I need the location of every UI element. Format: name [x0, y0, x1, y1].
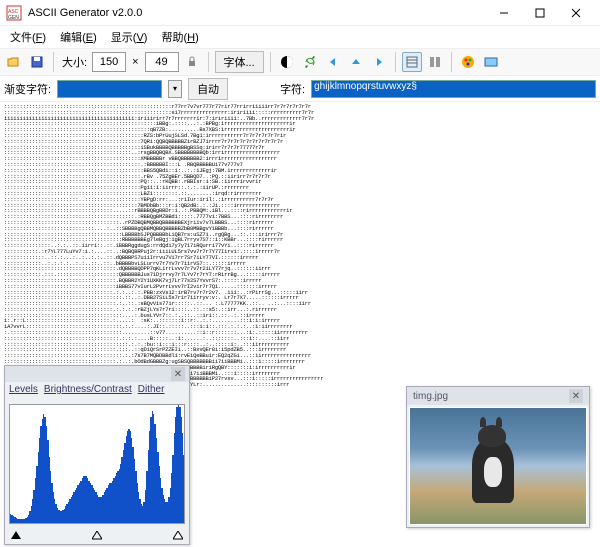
close-button[interactable]	[558, 0, 594, 26]
lock-aspect-icon[interactable]	[182, 52, 202, 72]
height-input[interactable]	[145, 52, 179, 72]
histogram-tabs: Levels Brightness/Contrast Dither	[5, 382, 189, 400]
window-controls	[486, 0, 594, 26]
gradient-chars-input[interactable]	[57, 80, 162, 98]
separator	[53, 52, 54, 72]
separator	[395, 52, 396, 72]
refresh-icon[interactable]	[300, 52, 320, 72]
window-title: ASCII Generator v2.0.0	[28, 7, 486, 19]
menu-edit[interactable]: 编辑(E)	[54, 27, 103, 47]
arrow-right-icon[interactable]	[369, 52, 389, 72]
minimize-button[interactable]	[486, 0, 522, 26]
slider-mid-point[interactable]	[92, 531, 102, 541]
toolbar: 大小: × 字体...	[0, 48, 600, 76]
gradient-chars-label: 渐变字符:	[4, 81, 51, 97]
image-filename: timg.jpg	[413, 391, 448, 402]
image-preview-panel[interactable]: timg.jpg ✕	[406, 386, 590, 528]
svg-text:GEN: GEN	[8, 15, 19, 21]
x-separator: ×	[129, 56, 141, 68]
toolbar-row-2: 渐变字符: ▾ 自动 字符: ghijklmnopqrstuvwxyz§	[0, 76, 600, 102]
width-input[interactable]	[92, 52, 126, 72]
gradient-dropdown[interactable]: ▾	[168, 80, 182, 98]
image-preview-body	[407, 405, 589, 527]
menu-view[interactable]: 显示(V)	[105, 27, 154, 47]
separator	[208, 52, 209, 72]
ascii-art-content: ::::::::::::::::::::::::::::::::::::::::…	[4, 104, 596, 388]
image-close-icon[interactable]: ✕	[569, 389, 583, 403]
maximize-button[interactable]	[522, 0, 558, 26]
histogram-panel[interactable]: ✕ Levels Brightness/Contrast Dither	[4, 365, 190, 545]
preview-icon[interactable]	[481, 52, 501, 72]
menu-file[interactable]: 文件(F)	[4, 27, 52, 47]
font-button[interactable]: 字体...	[215, 51, 264, 73]
histogram-chart	[9, 404, 185, 524]
histogram-close-icon[interactable]: ✕	[171, 367, 185, 381]
auto-button[interactable]: 自动	[188, 78, 228, 100]
histogram-header[interactable]: ✕	[5, 366, 189, 382]
chars-label: 字符:	[280, 81, 305, 97]
tab-dither[interactable]: Dither	[138, 384, 165, 400]
view-mode-1-icon[interactable]	[402, 52, 422, 72]
menu-help[interactable]: 帮助(H)	[155, 27, 204, 47]
menubar: 文件(F) 编辑(E) 显示(V) 帮助(H)	[0, 26, 600, 48]
titlebar: ASCGEN ASCII Generator v2.0.0	[0, 0, 600, 26]
image-preview-header[interactable]: timg.jpg ✕	[407, 387, 589, 405]
open-icon[interactable]	[4, 52, 24, 72]
save-icon[interactable]	[27, 52, 47, 72]
husky-image	[409, 407, 587, 525]
arrow-left-icon[interactable]	[323, 52, 343, 72]
app-icon: ASCGEN	[6, 5, 22, 21]
tab-levels[interactable]: Levels	[9, 384, 38, 400]
histogram-bar	[183, 455, 184, 523]
color-icon[interactable]	[458, 52, 478, 72]
separator	[270, 52, 271, 72]
chars-input[interactable]: ghijklmnopqrstuvwxyz§	[311, 80, 596, 98]
histogram-sliders	[5, 528, 189, 544]
slider-white-point[interactable]	[173, 531, 183, 541]
slider-black-point[interactable]	[11, 531, 21, 541]
arrow-up-icon[interactable]	[346, 52, 366, 72]
size-label: 大小:	[60, 54, 89, 70]
black-white-icon[interactable]	[277, 52, 297, 72]
view-mode-2-icon[interactable]	[425, 52, 445, 72]
tab-brightness-contrast[interactable]: Brightness/Contrast	[44, 384, 132, 400]
separator	[451, 52, 452, 72]
